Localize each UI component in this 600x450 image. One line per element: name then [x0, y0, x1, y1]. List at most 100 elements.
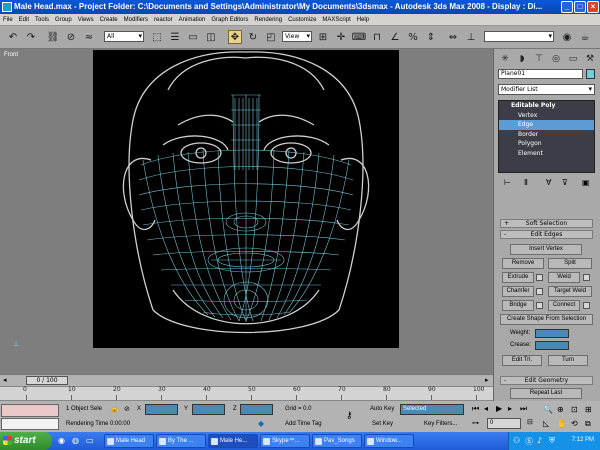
make-unique-icon[interactable]: ∀	[546, 178, 551, 187]
weld-button[interactable]: Weld	[548, 272, 580, 283]
object-name-field[interactable]: Plane01	[498, 69, 583, 79]
maximize-button[interactable]: □	[574, 1, 586, 13]
go-to-start-icon[interactable]: ⏮	[472, 404, 479, 414]
named-selection-dropdown[interactable]	[484, 31, 554, 42]
minimize-button[interactable]: _	[561, 1, 573, 13]
add-time-tag[interactable]: Add Time Tag	[285, 421, 322, 427]
window-crossing-icon[interactable]: ◫	[204, 30, 218, 44]
hierarchy-tab-icon[interactable]: ⊤	[532, 52, 546, 66]
menu-graph-editors[interactable]: Graph Editors	[208, 17, 251, 23]
task-window[interactable]: Window...	[364, 434, 414, 448]
unlink-icon[interactable]: ⊘	[64, 30, 78, 44]
front-viewport[interactable]: ⊥	[13, 50, 399, 348]
object-color-swatch[interactable]	[586, 69, 595, 79]
show-end-result-icon[interactable]: Ⅱ	[524, 178, 528, 187]
set-key-button[interactable]: Set Key	[372, 421, 393, 427]
menu-views[interactable]: Views	[75, 17, 97, 23]
align-icon[interactable]: ⊥	[464, 30, 478, 44]
bind-space-warp-icon[interactable]: ≈	[82, 30, 96, 44]
menu-create[interactable]: Create	[97, 17, 121, 23]
time-config-icon[interactable]: ⊟	[527, 418, 533, 426]
spinner-snap-icon[interactable]: ⇕	[424, 30, 438, 44]
turn-button[interactable]: Turn	[548, 355, 588, 366]
menu-reactor[interactable]: reactor	[151, 17, 176, 23]
chamfer-button[interactable]: Chamfer	[502, 286, 534, 297]
keyboard-shortcut-icon[interactable]: ⌨	[352, 30, 366, 44]
start-button[interactable]: start	[0, 432, 52, 450]
menu-group[interactable]: Group	[52, 17, 75, 23]
angle-snap-icon[interactable]: ∠	[388, 30, 402, 44]
z-coordinate-field[interactable]	[240, 404, 273, 415]
lock-selection-icon[interactable]: 🔒	[110, 405, 119, 413]
pin-stack-icon[interactable]: ⊢	[504, 178, 511, 187]
select-rotate-icon[interactable]: ↻	[246, 30, 260, 44]
percent-snap-icon[interactable]: %	[406, 30, 420, 44]
select-link-icon[interactable]: ⛓	[46, 30, 60, 44]
key-mode-dropdown[interactable]: Selected	[400, 404, 464, 415]
configure-sets-icon[interactable]: ▣	[582, 178, 590, 187]
display-tab-icon[interactable]: ▭	[566, 52, 580, 66]
tray-security-icon[interactable]: ⛨	[549, 436, 555, 446]
next-frame-icon[interactable]: ▸	[508, 404, 512, 413]
key-filters-button[interactable]: Key Filters...	[424, 421, 457, 427]
bridge-settings-icon[interactable]	[536, 302, 543, 309]
target-weld-button[interactable]: Target Weld	[548, 286, 592, 297]
edit-geometry-rollout[interactable]: - Edit Geometry	[500, 376, 593, 385]
remove-button[interactable]: Remove	[502, 258, 544, 269]
edit-edges-rollout[interactable]: - Edit Edges	[500, 230, 593, 239]
time-tag-icon[interactable]: ◆	[258, 419, 264, 428]
bridge-button[interactable]: Bridge	[502, 300, 534, 311]
tray-network-icon[interactable]: ⚇	[513, 436, 520, 445]
remove-modifier-icon[interactable]: ⊽	[562, 178, 568, 187]
auto-key-button[interactable]: Auto Key	[370, 406, 394, 412]
crease-spinner[interactable]	[535, 341, 569, 350]
create-shape-button[interactable]: Create Shape From Selection	[500, 314, 593, 325]
tray-skype-icon[interactable]: Ⓢ	[525, 436, 533, 447]
modify-tab-icon[interactable]: ◗	[515, 52, 529, 66]
current-frame-field[interactable]: 0	[487, 418, 521, 429]
menu-help[interactable]: Help	[354, 17, 372, 23]
zoom-all-icon[interactable]: ⊕	[557, 405, 564, 414]
task-male-head[interactable]: Male Head	[104, 434, 154, 448]
time-slider-track[interactable]	[0, 374, 493, 386]
task-by-the[interactable]: By The ...	[156, 434, 206, 448]
slider-next-icon[interactable]: ▸	[485, 376, 489, 384]
menu-tools[interactable]: Tools	[32, 17, 52, 23]
snaps-toggle-icon[interactable]: ⊓	[370, 30, 384, 44]
redo-icon[interactable]: ↷	[24, 30, 38, 44]
utilities-tab-icon[interactable]: ⚒	[583, 52, 597, 66]
zoom-icon[interactable]: 🔍	[543, 405, 553, 414]
x-coordinate-field[interactable]	[145, 404, 178, 415]
pan-icon[interactable]: ✋	[557, 419, 567, 428]
y-coordinate-field[interactable]	[192, 404, 225, 415]
prev-frame-icon[interactable]: ◂	[484, 404, 488, 413]
key-icon[interactable]: ⚷	[346, 410, 353, 421]
render-scene-icon[interactable]: ☕	[578, 30, 592, 44]
quicklaunch-firefox-icon[interactable]: ◍	[72, 436, 79, 445]
slider-prev-icon[interactable]: ◂	[3, 376, 7, 384]
motion-tab-icon[interactable]: ◎	[549, 52, 563, 66]
menu-file[interactable]: File	[0, 17, 16, 23]
reference-coordinate-dropdown[interactable]: View	[282, 31, 312, 42]
extrude-settings-icon[interactable]	[536, 274, 543, 281]
key-mode-toggle-icon[interactable]: ⊶	[472, 419, 479, 427]
connect-settings-icon[interactable]	[583, 302, 590, 309]
selection-region-icon[interactable]: ▭	[186, 30, 200, 44]
insert-vertex-button[interactable]: Insert Vertex	[510, 244, 582, 255]
zoom-extents-all-icon[interactable]: ⊞	[585, 405, 592, 414]
field-of-view-icon[interactable]: ◺	[543, 419, 549, 428]
task-skype[interactable]: Skype™...	[260, 434, 310, 448]
menu-maxscript[interactable]: MAXScript	[319, 17, 353, 23]
menu-customize[interactable]: Customize	[285, 17, 319, 23]
soft-selection-rollout[interactable]: + Soft Selection	[500, 219, 593, 228]
weld-settings-icon[interactable]	[583, 274, 590, 281]
maxscript-output[interactable]	[1, 418, 59, 430]
stack-editable-poly[interactable]: Editable Poly	[499, 101, 594, 111]
maximize-viewport-icon[interactable]: ⧉	[585, 419, 591, 429]
extrude-button[interactable]: Extrude	[502, 272, 534, 283]
tray-volume-icon[interactable]: ♪	[537, 436, 542, 445]
pivot-center-icon[interactable]: ⊞	[316, 30, 330, 44]
stack-element[interactable]: Element	[499, 149, 594, 159]
modifier-list-dropdown[interactable]: Modifier List	[498, 84, 595, 95]
material-editor-icon[interactable]: ◉	[560, 30, 574, 44]
